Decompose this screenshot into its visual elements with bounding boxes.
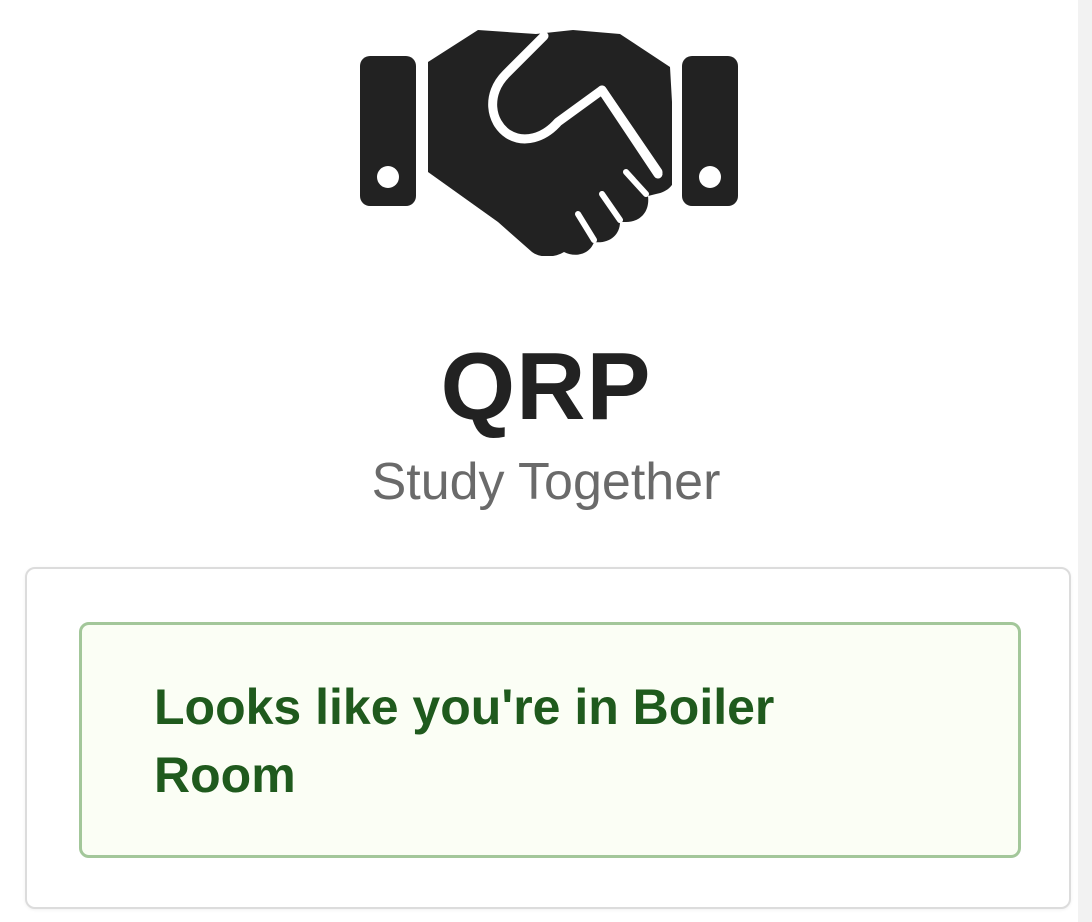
page: QRP Study Together Looks like you're in …	[0, 0, 1092, 922]
location-alert: Looks like you're in Boiler Room	[79, 622, 1021, 858]
scrollbar-track[interactable]	[1078, 0, 1092, 922]
handshake-icon	[358, 22, 740, 256]
app-title: QRP	[440, 333, 652, 440]
status-card: Looks like you're in Boiler Room	[25, 567, 1071, 909]
app-tagline: Study Together	[371, 453, 721, 511]
location-alert-message: Looks like you're in Boiler Room	[154, 679, 775, 803]
